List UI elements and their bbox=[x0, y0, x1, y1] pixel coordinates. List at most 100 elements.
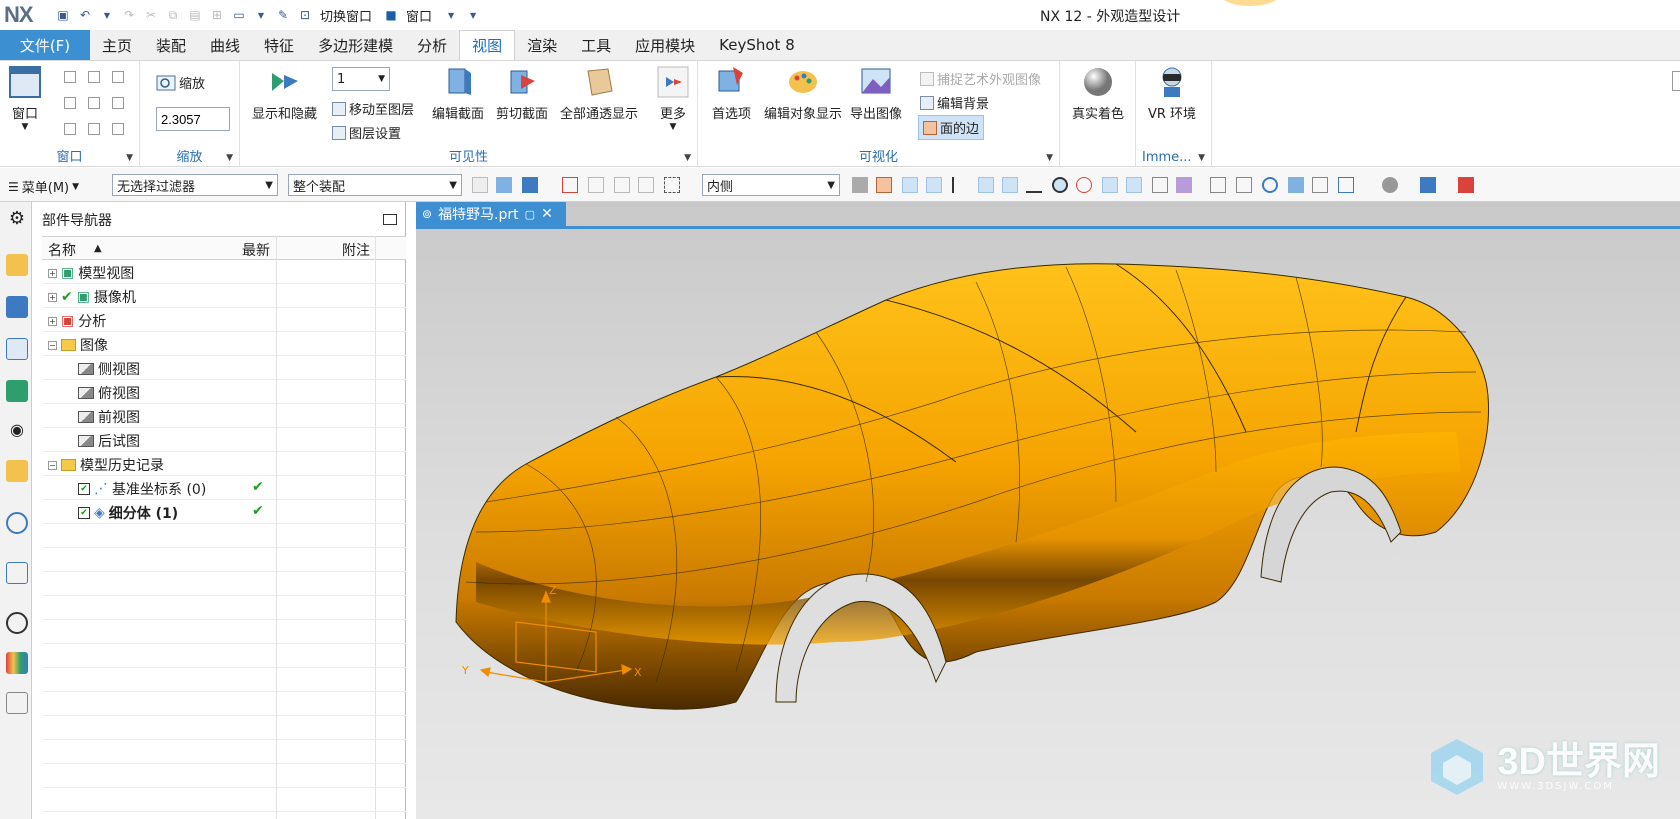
tab-assembly[interactable]: 装配 bbox=[144, 30, 198, 60]
snap-center-icon[interactable] bbox=[562, 177, 578, 193]
select-inside-select[interactable]: 内侧 ▼ bbox=[702, 174, 840, 196]
tree-row-subdivision-body[interactable]: ✔ ◈ 细分体 (1) ✔ bbox=[42, 500, 406, 524]
expand-toggle-icon[interactable]: − bbox=[48, 340, 57, 350]
layer-settings-button[interactable]: 图层设置 bbox=[332, 123, 401, 142]
pan-icon[interactable] bbox=[1288, 177, 1304, 193]
rectangle-select-icon[interactable] bbox=[664, 177, 680, 193]
zoom-group-expand-icon[interactable]: ▼ bbox=[226, 153, 233, 163]
window-button[interactable]: 窗口 ▼ bbox=[8, 65, 42, 132]
copy-icon[interactable]: ⧉ bbox=[164, 6, 182, 24]
tree-row-front-view[interactable]: 前视图 bbox=[42, 404, 406, 428]
ribbon-overflow-icon[interactable] bbox=[1672, 71, 1680, 91]
settings-gear-icon[interactable]: ⚙ bbox=[6, 208, 28, 230]
tree-row-side-view[interactable]: 侧视图 bbox=[42, 356, 406, 380]
expand-toggle-icon[interactable]: + bbox=[48, 268, 57, 278]
tree-row-back-view[interactable]: 后试图 bbox=[42, 428, 406, 452]
snap-point-on-curve-icon[interactable] bbox=[1126, 177, 1142, 193]
snap-curve-icon[interactable] bbox=[952, 177, 968, 193]
zoom-button[interactable]: 缩放 bbox=[156, 73, 205, 92]
snap-point-on-face-icon[interactable] bbox=[1152, 177, 1168, 193]
snap-arc-center-icon[interactable] bbox=[1052, 177, 1068, 193]
paste-icon[interactable]: ▤ bbox=[186, 6, 204, 24]
save-icon[interactable]: ▣ bbox=[54, 6, 72, 24]
layout-single-icon[interactable] bbox=[64, 71, 76, 83]
column-name[interactable]: 名称 bbox=[48, 240, 76, 260]
show-hide-button[interactable]: 显示和隐藏 bbox=[252, 65, 317, 122]
switch-window-button[interactable]: 切换窗口 bbox=[320, 6, 372, 25]
customize-dropdown-icon[interactable]: ▼ bbox=[464, 6, 482, 24]
tree-row-datum-csys[interactable]: ✔ ⋰ 基准坐标系 (0) ✔ bbox=[42, 476, 406, 500]
move-to-layer-button[interactable]: 移动至图层 bbox=[332, 99, 414, 118]
snap-spline-icon[interactable] bbox=[1002, 177, 1018, 193]
window-dropdown-icon[interactable]: ▼ bbox=[22, 122, 29, 132]
tab-view[interactable]: 视图 bbox=[459, 30, 516, 60]
tab-keyshot[interactable]: KeyShot 8 bbox=[707, 30, 807, 60]
filter-settings-icon[interactable] bbox=[472, 177, 488, 193]
orient-view-icon[interactable] bbox=[1312, 177, 1328, 193]
display-icon[interactable]: ▭ bbox=[230, 6, 248, 24]
layout-four-icon[interactable] bbox=[64, 97, 76, 109]
window-icon[interactable]: ■ bbox=[382, 6, 400, 24]
visibility-checkbox[interactable]: ✔ bbox=[78, 483, 90, 495]
clip-section-button[interactable]: 剪切截面 bbox=[496, 65, 548, 122]
snap-endpoint-icon[interactable] bbox=[902, 177, 918, 193]
edit-section-view-icon[interactable] bbox=[1420, 177, 1436, 193]
redo-icon[interactable]: ↷ bbox=[120, 6, 138, 24]
rotate-icon[interactable] bbox=[1262, 177, 1278, 193]
tree-row-cameras[interactable]: + ✔ ▣ 摄像机 bbox=[42, 284, 406, 308]
window-dropdown-icon[interactable]: ▼ bbox=[442, 6, 460, 24]
column-up-to-date[interactable]: 最新 bbox=[242, 240, 270, 260]
select-body-icon[interactable] bbox=[522, 177, 538, 193]
snap-vertex-icon[interactable] bbox=[852, 177, 868, 193]
tree-row-model-views[interactable]: + ▣ 模型视图 bbox=[42, 260, 406, 284]
expand-toggle-icon[interactable]: + bbox=[48, 292, 57, 302]
full-transparent-button[interactable]: 全部通透显示 bbox=[560, 65, 638, 122]
tree-row-model-history[interactable]: − 模型历史记录 bbox=[42, 452, 406, 476]
roles-icon[interactable] bbox=[6, 692, 28, 714]
layout-three-left-icon[interactable] bbox=[88, 97, 100, 109]
snap-control-point-icon[interactable] bbox=[978, 177, 994, 193]
column-comment[interactable]: 附注 bbox=[342, 240, 370, 260]
window-group-expand-icon[interactable]: ▼ bbox=[126, 153, 133, 163]
web-browser-icon[interactable] bbox=[6, 512, 28, 534]
layout-two-vertical-icon[interactable] bbox=[88, 71, 100, 83]
window-menu-button[interactable]: 窗口 bbox=[406, 6, 432, 25]
snap-tangent-icon[interactable] bbox=[1026, 177, 1042, 193]
cut-icon[interactable]: ✂ bbox=[142, 6, 160, 24]
select-face-icon[interactable] bbox=[588, 177, 604, 193]
capture-art-image-button[interactable]: 捕捉艺术外观图像 bbox=[920, 69, 1041, 88]
immersive-group-expand-icon[interactable]: ▼ bbox=[1198, 153, 1205, 163]
snap-quadrant-icon[interactable] bbox=[1076, 177, 1092, 193]
tab-applications[interactable]: 应用模块 bbox=[623, 30, 707, 60]
visualization-group-expand-icon[interactable]: ▼ bbox=[1046, 153, 1053, 163]
maximize-icon[interactable] bbox=[383, 214, 397, 225]
assembly-navigator-icon[interactable] bbox=[6, 254, 28, 276]
undo-dropdown-icon[interactable]: ▼ bbox=[98, 6, 116, 24]
layout-three-right-icon[interactable] bbox=[112, 97, 124, 109]
snap-midpoint-icon[interactable] bbox=[926, 177, 942, 193]
paste-special-icon[interactable]: ⊞ bbox=[208, 6, 226, 24]
tree-row-top-view[interactable]: 俯视图 bbox=[42, 380, 406, 404]
system-materials-icon[interactable] bbox=[6, 652, 28, 674]
more-button[interactable]: 更多 ▼ bbox=[656, 65, 690, 132]
background-icon[interactable] bbox=[1382, 177, 1398, 193]
graphics-window[interactable]: ⊚ 福特野马.prt ▢ ✕ Z Y X 3D世界网 WWW.3DSJW.COM bbox=[416, 202, 1680, 819]
snap-face-icon[interactable] bbox=[876, 177, 892, 193]
edit-background-button[interactable]: 编辑背景 bbox=[920, 93, 989, 112]
tab-render[interactable]: 渲染 bbox=[515, 30, 569, 60]
true-shading-button[interactable]: 真实着色 bbox=[1072, 65, 1124, 122]
undo-icon[interactable]: ↶ bbox=[76, 6, 94, 24]
touch-mode-icon[interactable]: ✎ bbox=[274, 6, 292, 24]
history-icon[interactable] bbox=[6, 562, 28, 584]
car-model-canvas[interactable]: Z Y X bbox=[416, 202, 1680, 819]
visibility-group-expand-icon[interactable]: ▼ bbox=[684, 153, 691, 163]
layer-select[interactable]: 1 ▼ bbox=[332, 67, 390, 91]
tab-analysis[interactable]: 分析 bbox=[405, 30, 459, 60]
tab-polygon-modeling[interactable]: 多边形建模 bbox=[306, 30, 405, 60]
tab-tools[interactable]: 工具 bbox=[569, 30, 623, 60]
tab-home[interactable]: 主页 bbox=[90, 30, 144, 60]
tab-curve[interactable]: 曲线 bbox=[198, 30, 252, 60]
tab-feature[interactable]: 特征 bbox=[252, 30, 306, 60]
display-dropdown-icon[interactable]: ▼ bbox=[252, 6, 270, 24]
layout-three-top-icon[interactable] bbox=[64, 123, 76, 135]
